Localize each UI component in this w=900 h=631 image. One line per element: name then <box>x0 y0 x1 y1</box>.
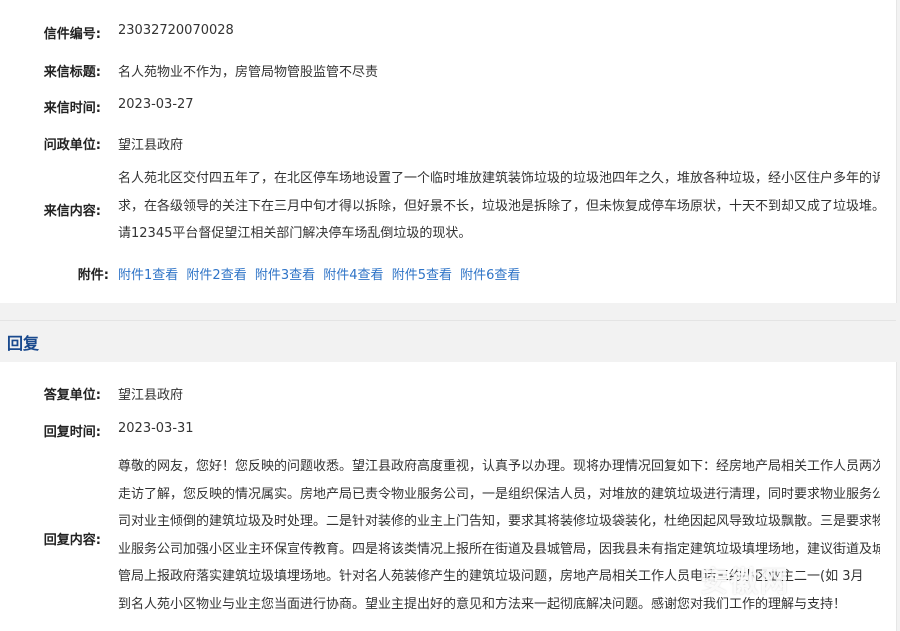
reply-time-label: 回复时间: <box>43 425 101 440</box>
attachment-link-2[interactable]: 附件2查看 <box>186 268 246 283</box>
reply-unit: 望江县政府 <box>118 388 184 403</box>
letter-content-label: 来信内容: <box>43 204 101 219</box>
letter-time-label: 来信时间: <box>43 101 101 116</box>
reply-content-line: 尊敬的网友，您好！您反映的问题收悉。望江县政府高度重视，认真予以办理。现将办理情… <box>118 459 880 474</box>
reply-content-label: 回复内容: <box>43 533 101 548</box>
reply-unit-label: 答复单位: <box>43 388 101 403</box>
letter-time: 2023-03-27 <box>118 97 194 112</box>
letter-unit-label: 问政单位: <box>43 138 101 153</box>
letter-number-label: 信件编号: <box>43 27 101 42</box>
letter-unit: 望江县政府 <box>118 138 184 153</box>
letter-content-line: 请12345平台督促望江相关部门解决停车场乱倒垃圾的现状。 <box>118 226 472 241</box>
attachment-link-3[interactable]: 附件3查看 <box>255 268 315 283</box>
letter-title: 名人苑物业不作为，房管局物管股监管不尽责 <box>118 65 379 80</box>
reply-content-line: 走访了解，您反映的情况属实。房地产局已责令物业服务公司，一是组织保洁人员，对堆放… <box>118 486 880 502</box>
reply-time: 2023-03-31 <box>118 421 194 436</box>
attachments-list: 附件1查看 附件2查看 附件3查看 附件4查看 附件5查看 附件6查看 <box>118 264 524 283</box>
reply-section-title: 回复 <box>7 334 40 353</box>
watermark: 安徽网 <box>700 565 791 598</box>
letter-content-line: 求，在各级领导的关注下在三月中旬才得以拆除，但好景不长，垃圾池是拆除了，但未恢复… <box>118 198 880 214</box>
attachments-label: 附件: <box>77 268 109 283</box>
reply-section-header: 回复 <box>0 320 896 363</box>
attachment-link-6[interactable]: 附件6查看 <box>460 268 520 283</box>
letter-content-line: 名人苑北区交付四五年了，在北区停车场地设置了一个临时堆放建筑装饰垃圾的垃圾池四年… <box>118 171 880 186</box>
attachment-link-4[interactable]: 附件4查看 <box>323 268 383 283</box>
attachment-link-5[interactable]: 附件5查看 <box>392 268 452 283</box>
letter-card: 信件编号: 23032720070028 来信标题: 名人苑物业不作为，房管局物… <box>0 0 897 303</box>
letter-number: 23032720070028 <box>118 23 234 38</box>
reply-content-line: 业服务公司加强小区业主环保宣传教育。四是将该类情况上报所在街道及县城管局，因我县… <box>118 541 880 557</box>
reply-content-line: 司对业主倾倒的建筑垃圾及时处理。二是针对装修的业主上门告知，要求其将装修垃圾袋装… <box>118 514 880 529</box>
letter-content: 名人苑北区交付四五年了，在北区停车场地设置了一个临时堆放建筑装饰垃圾的垃圾池四年… <box>118 165 880 248</box>
attachment-link-1[interactable]: 附件1查看 <box>118 268 178 283</box>
letter-title-label: 来信标题: <box>43 65 101 80</box>
